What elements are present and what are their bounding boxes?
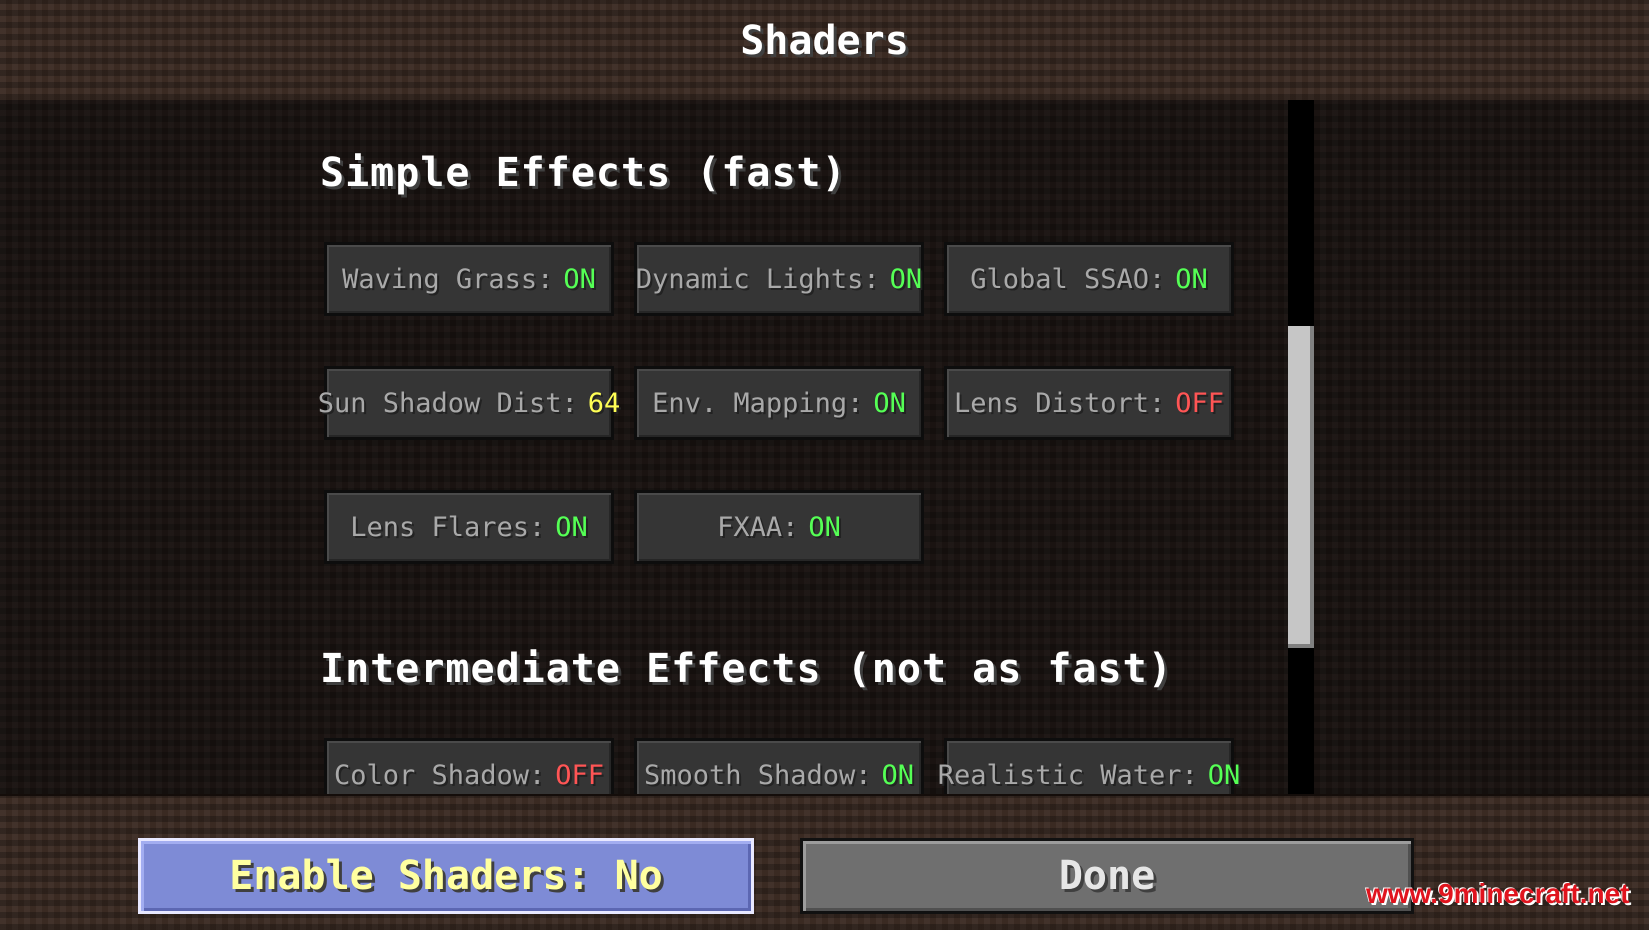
option-value: ON <box>889 263 923 295</box>
screen-title: Shaders <box>740 18 909 64</box>
sun-shadow-dist-button[interactable]: Sun Shadow Dist: 64 <box>318 366 620 440</box>
lens-flares-button[interactable]: Lens Flares: ON <box>324 490 614 564</box>
option-label: Lens Distort: <box>953 387 1166 419</box>
header-bar: Shaders <box>0 0 1649 102</box>
smooth-shadow-button[interactable]: Smooth Shadow: ON <box>634 738 924 794</box>
waving-grass-button[interactable]: Waving Grass: ON <box>324 242 614 316</box>
global-ssao-button[interactable]: Global SSAO: ON <box>944 242 1234 316</box>
option-label: Color Shadow: <box>333 759 546 791</box>
option-value: OFF <box>1175 387 1225 419</box>
option-value: ON <box>1207 759 1241 791</box>
options-list: Simple Effects (fast) Waving Grass: ON D… <box>0 100 1649 794</box>
option-value: ON <box>881 759 915 791</box>
option-value: ON <box>563 263 596 295</box>
option-label: Smooth Shadow: <box>643 759 872 791</box>
option-label: Realistic Water: <box>937 759 1198 791</box>
option-label: Waving Grass: <box>342 263 554 295</box>
fxaa-button[interactable]: FXAA: ON <box>634 490 924 564</box>
section-heading-simple: Simple Effects (fast) <box>320 150 847 196</box>
realistic-water-button[interactable]: Realistic Water: ON <box>938 738 1240 794</box>
option-value: ON <box>555 511 588 543</box>
option-label: Dynamic Lights: <box>635 263 880 295</box>
env-mapping-button[interactable]: Env. Mapping: ON <box>634 366 924 440</box>
color-shadow-button[interactable]: Color Shadow: OFF <box>324 738 614 794</box>
scrollbar-thumb[interactable] <box>1288 326 1314 648</box>
option-value: 64 <box>587 387 621 419</box>
option-label: Lens Flares: <box>350 511 546 543</box>
option-value: ON <box>1175 263 1208 295</box>
option-value: OFF <box>555 759 605 791</box>
dynamic-lights-button[interactable]: Dynamic Lights: ON <box>634 242 924 316</box>
option-label: Global SSAO: <box>970 263 1166 295</box>
option-label: Env. Mapping: <box>652 387 864 419</box>
option-value: ON <box>808 511 841 543</box>
done-button[interactable]: Done <box>800 838 1414 914</box>
section-heading-intermediate: Intermediate Effects (not as fast) <box>320 646 1173 692</box>
option-label: FXAA: <box>717 511 799 543</box>
lens-distort-button[interactable]: Lens Distort: OFF <box>944 366 1234 440</box>
option-label: Sun Shadow Dist: <box>317 387 578 419</box>
option-value: ON <box>873 387 906 419</box>
enable-shaders-button[interactable]: Enable Shaders: No <box>138 838 754 914</box>
watermark-text: www.9minecraft.net <box>1366 878 1630 909</box>
